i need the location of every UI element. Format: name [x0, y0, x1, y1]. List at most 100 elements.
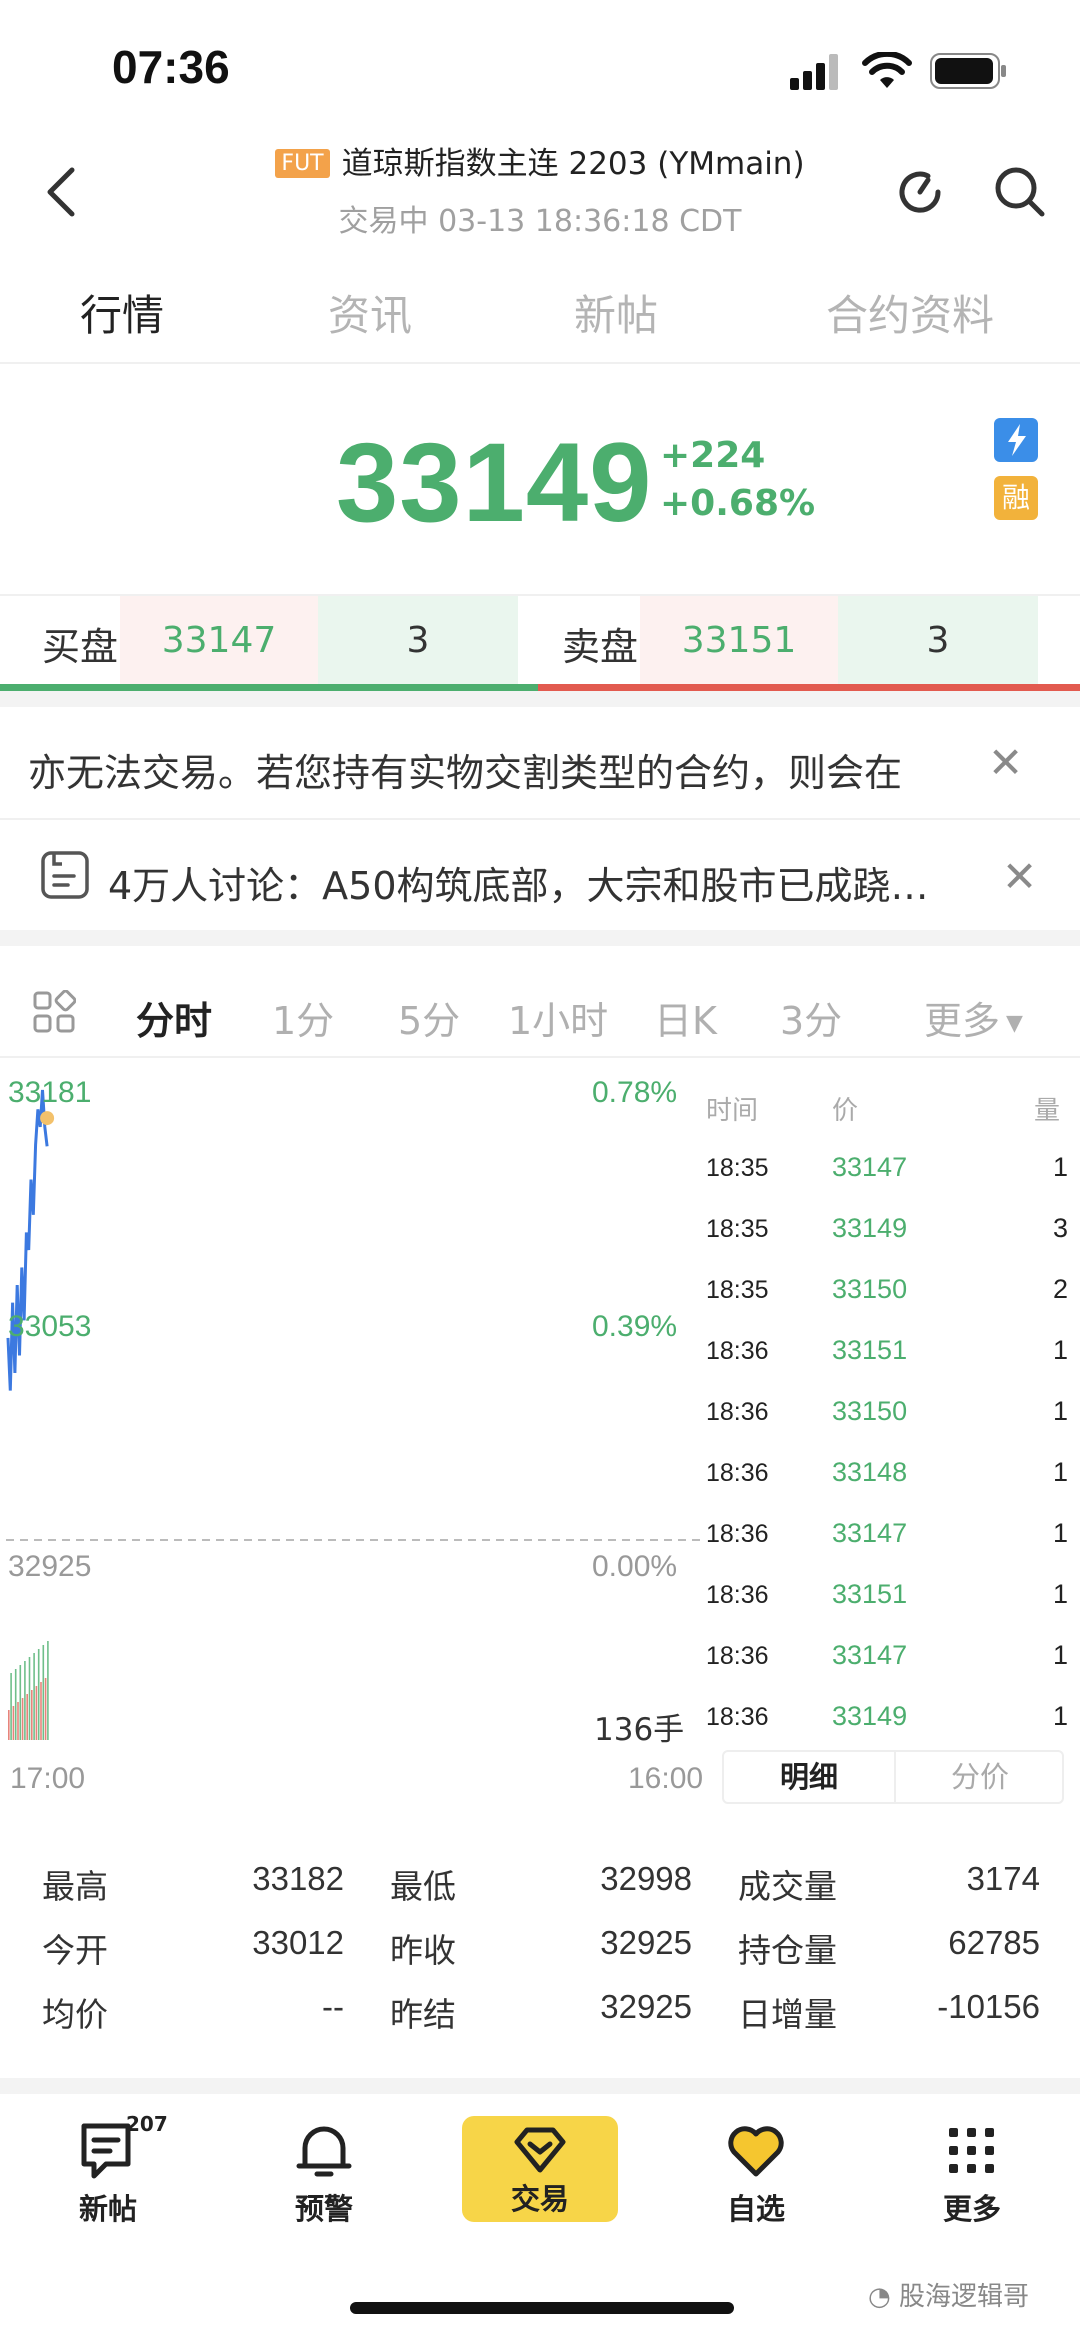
stat-value: 33182 — [252, 1860, 344, 1897]
stat-label: 持仓量 — [738, 1931, 837, 1970]
last-price: 33149 — [336, 420, 653, 545]
tab-news[interactable]: 资讯 — [328, 282, 412, 343]
tick-time: 18:35 — [706, 1215, 769, 1243]
stat-value: 33012 — [252, 1924, 344, 1961]
chart-tab-divider — [0, 1056, 1080, 1058]
tick-row: 18:36 33147 1 — [706, 1638, 1080, 1678]
tick-volume: 1 — [1052, 1701, 1068, 1731]
trade-icon — [514, 2127, 566, 2173]
chart-tab-daily[interactable]: 日K — [654, 990, 717, 1045]
tick-time: 18:35 — [706, 1276, 769, 1304]
tick-price: 33149 — [832, 1213, 908, 1243]
more-label: 更多 — [924, 999, 1001, 1043]
tick-volume: 1 — [1052, 1335, 1068, 1365]
notice-discussion[interactable]: 4万人讨论：A50构筑底部，大宗和股市已成跷… — [108, 855, 938, 910]
stats-panel: 最高 33182 最低 32998 成交量 3174 今开 33012 昨收 3… — [0, 1828, 1080, 2048]
y-label-high: 33181 — [8, 1076, 92, 1109]
battery-icon — [930, 52, 1008, 94]
tick-price: 33150 — [832, 1274, 908, 1304]
nav-more[interactable]: 更多 — [902, 2120, 1042, 2228]
tick-row: 18:36 33151 1 — [706, 1333, 1080, 1373]
wifi-icon — [862, 50, 912, 94]
layout-grid-icon[interactable] — [32, 989, 77, 1038]
posts-count-badge: 207 — [126, 2112, 168, 2136]
tick-time: 18:36 — [706, 1642, 769, 1670]
stat-value: 32925 — [600, 1988, 692, 2025]
tab-contract-info[interactable]: 合约资料 — [826, 282, 994, 343]
pct-label-base: 0.00% — [592, 1550, 678, 1583]
chart-tab-1min[interactable]: 1分 — [272, 990, 334, 1045]
chart-tab-1hour[interactable]: 1小时 — [508, 990, 608, 1045]
chart-tab-5min[interactable]: 5分 — [398, 990, 460, 1045]
volume-bar — [28, 1657, 31, 1740]
tab-posts[interactable]: 新帖 — [574, 282, 658, 343]
volume-bar — [21, 1698, 24, 1740]
volume-bar — [14, 1669, 17, 1740]
stat-value: -10156 — [937, 1988, 1040, 2025]
intraday-chart[interactable] — [0, 1060, 700, 1760]
volume-label: 136手 — [594, 1712, 685, 1748]
change-percent: +0.68% — [660, 483, 816, 524]
close-notice-icon[interactable]: ✕ — [988, 738, 1023, 787]
tick-row: 18:36 33149 1 — [706, 1699, 1080, 1739]
signal-icon — [790, 54, 844, 94]
section-gap — [0, 930, 1080, 946]
stat-value: 32998 — [600, 1860, 692, 1897]
volume-bar — [10, 1673, 12, 1740]
close-discussion-icon[interactable]: ✕ — [1002, 852, 1037, 901]
stat-label: 日增量 — [738, 1995, 837, 2034]
volume-bar — [37, 1649, 40, 1740]
ticks-header-time: 时间 — [706, 1096, 759, 1126]
search-icon[interactable] — [992, 164, 1048, 224]
ask-price: 33151 — [640, 596, 838, 686]
y-label-base: 32925 — [8, 1550, 92, 1583]
tick-time: 18:36 — [706, 1703, 769, 1731]
notice-trading[interactable]: 亦无法交易。若您持有实物交割类型的合约，则会在 — [28, 742, 908, 797]
tick-volume: 1 — [1052, 1457, 1068, 1487]
tick-row: 18:36 33147 1 — [706, 1516, 1080, 1556]
nav-posts[interactable]: 207 新帖 — [38, 2112, 178, 2228]
change-value: +224 — [660, 435, 766, 476]
bid-bar — [0, 684, 538, 691]
discussion-icon — [40, 850, 90, 904]
tick-row: 18:35 33147 1 — [706, 1150, 1080, 1190]
nav-watchlist[interactable]: 自选 — [686, 2120, 826, 2228]
nav-trade[interactable]: 交易 — [462, 2116, 618, 2222]
ticks-list[interactable]: 18:35 33147 1 18:35 33149 3 18:35 33150 2 18:36 33… — [706, 1150, 1080, 1740]
volume-bar — [33, 1653, 35, 1740]
x-label-end: 16:00 — [628, 1762, 704, 1795]
tick-time: 18:36 — [706, 1337, 769, 1365]
fut-badge: FUT — [275, 149, 330, 178]
tick-volume: 1 — [1052, 1518, 1068, 1548]
price-line — [6, 1089, 49, 1391]
chart-tab-intraday[interactable]: 分时 — [136, 990, 212, 1045]
tick-volume: 1 — [1052, 1152, 1068, 1182]
tick-price: 33147 — [832, 1640, 908, 1670]
margin-badge[interactable]: 融 — [994, 476, 1038, 520]
tab-quote[interactable]: 行情 — [80, 282, 164, 343]
tick-volume: 3 — [1052, 1213, 1068, 1243]
ticks-tab-price[interactable]: 分价 — [896, 1752, 1064, 1802]
stat-value: 3174 — [966, 1860, 1040, 1897]
chevron-down-icon: ▼ — [1006, 1011, 1023, 1036]
notice-divider — [0, 818, 1080, 820]
nav-alert[interactable]: 预警 — [254, 2120, 394, 2228]
contract-name: 道琼斯指数主连 2203 (YMmain) — [341, 146, 805, 182]
stat-value: 32925 — [600, 1924, 692, 1961]
tick-row: 18:35 33149 3 — [706, 1211, 1080, 1251]
stat-label: 成交量 — [738, 1867, 837, 1906]
chart-tab-3min[interactable]: 3分 — [780, 990, 842, 1045]
bid-label: 买盘 — [42, 625, 119, 669]
volume-bar — [42, 1645, 45, 1740]
flash-icon[interactable] — [994, 418, 1038, 462]
heart-icon — [728, 2126, 784, 2177]
volume-bar — [8, 1710, 10, 1740]
y-label-mid: 33053 — [8, 1310, 92, 1343]
stat-value: -- — [322, 1988, 344, 2025]
chart-tab-more[interactable]: 更多 ▼ — [924, 990, 1023, 1045]
refresh-icon[interactable] — [894, 166, 946, 222]
ticks-header-vol: 量 — [1034, 1096, 1061, 1126]
ticks-tab-detail[interactable]: 明细 — [724, 1752, 894, 1802]
tick-volume: 2 — [1052, 1274, 1068, 1304]
home-indicator[interactable] — [350, 2302, 734, 2314]
